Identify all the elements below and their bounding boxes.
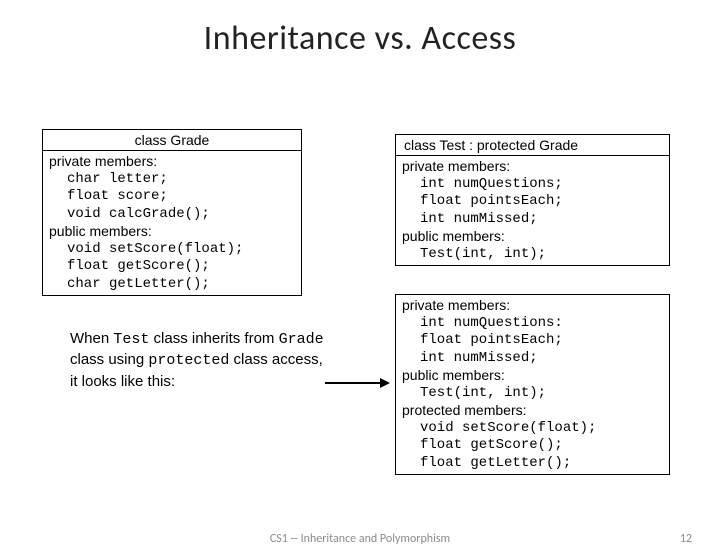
- caption-code: protected: [148, 352, 229, 369]
- member: Test(int, int);: [402, 385, 663, 403]
- public-label: public members:: [402, 228, 663, 246]
- class-header-grade: class Grade: [43, 130, 301, 151]
- arrow-icon: [325, 378, 390, 380]
- slide-title: Inheritance vs. Access: [0, 18, 720, 59]
- private-label: private members:: [402, 297, 663, 315]
- member: void setScore(float);: [402, 420, 663, 438]
- member: Test(int, int);: [402, 246, 663, 264]
- member: int numQuestions:: [402, 315, 663, 333]
- member: char getLetter();: [49, 276, 295, 294]
- member: int numMissed;: [402, 350, 663, 368]
- member: int numQuestions;: [402, 176, 663, 194]
- class-body-test: private members: int numQuestions; float…: [396, 156, 669, 265]
- public-label: public members:: [402, 367, 663, 385]
- private-label: private members:: [402, 158, 663, 176]
- footer-text: CS1 -- Inheritance and Polymorphism: [0, 532, 720, 546]
- caption-fragment: class inherits from: [149, 330, 278, 347]
- caption-text: When Test class inherits from Grade clas…: [70, 329, 325, 392]
- class-body-result: private members: int numQuestions: float…: [396, 295, 669, 474]
- protected-label: protected members:: [402, 402, 663, 420]
- member: float getScore();: [49, 258, 295, 276]
- caption-code: Grade: [279, 331, 324, 348]
- class-body-grade: private members: char letter; float scor…: [43, 151, 301, 295]
- private-label: private members:: [49, 153, 295, 171]
- public-label: public members:: [49, 223, 295, 241]
- caption-fragment: When: [70, 330, 113, 347]
- member: float pointsEach;: [402, 193, 663, 211]
- member: void calcGrade();: [49, 206, 295, 224]
- class-header-test: class Test : protected Grade: [396, 135, 669, 156]
- slide-body: class Grade private members: char letter…: [0, 59, 720, 509]
- member: float getLetter();: [402, 455, 663, 473]
- class-box-grade: class Grade private members: char letter…: [42, 129, 302, 296]
- member: int numMissed;: [402, 211, 663, 229]
- class-box-result: private members: int numQuestions: float…: [395, 294, 670, 475]
- member: float score;: [49, 188, 295, 206]
- page-number: 12: [680, 532, 692, 546]
- class-box-test: class Test : protected Grade private mem…: [395, 134, 670, 266]
- member: float pointsEach;: [402, 332, 663, 350]
- member: float getScore();: [402, 437, 663, 455]
- member: char letter;: [49, 171, 295, 189]
- member: void setScore(float);: [49, 241, 295, 259]
- caption-code: Test: [113, 331, 149, 348]
- caption-fragment: class using: [70, 351, 148, 368]
